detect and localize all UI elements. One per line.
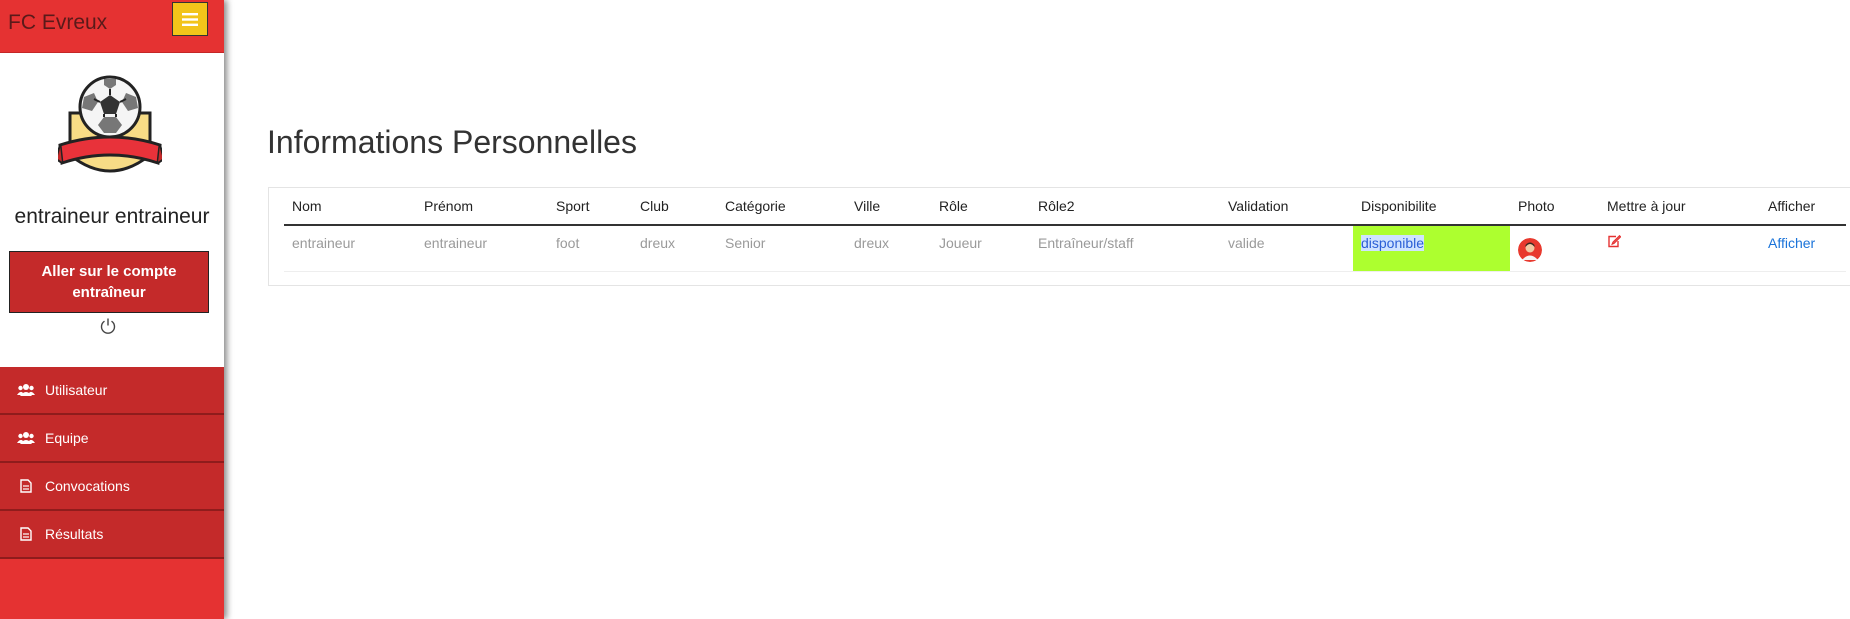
sidebar-nav: Utilisateur Equipe Convocations Résultat… [0, 367, 224, 559]
hamburger-icon [182, 12, 198, 26]
availability-status: disponible [1361, 235, 1425, 251]
cell-sport: foot [548, 225, 632, 272]
column-header-role: Rôle [931, 188, 1030, 226]
sidebar-item-label: Convocations [45, 478, 130, 494]
brand-bar: FC Evreux [0, 0, 224, 53]
column-header-prenom: Prénom [416, 188, 548, 226]
cell-validation: valide [1220, 225, 1353, 272]
power-icon[interactable] [99, 317, 117, 335]
page-title: Informations Personnelles [267, 124, 637, 160]
personal-info-table: Nom Prénom Sport Club Catégorie Ville Rô… [284, 188, 1846, 272]
sidebar: FC Evreux entraineur entraineur Aller su… [0, 0, 224, 619]
column-header-afficher: Afficher [1760, 188, 1846, 226]
personal-info-table-container: Nom Prénom Sport Club Catégorie Ville Rô… [268, 187, 1850, 286]
cell-role: Joueur [931, 225, 1030, 272]
cell-afficher: Afficher [1760, 225, 1846, 272]
cell-categorie: Senior [717, 225, 846, 272]
menu-toggle-button[interactable] [172, 2, 208, 36]
column-header-mettre-a-jour: Mettre à jour [1599, 188, 1760, 226]
user-name: entraineur entraineur [14, 205, 210, 228]
column-header-nom: Nom [284, 188, 416, 226]
cell-nom: entraineur [284, 225, 416, 272]
document-icon [17, 478, 35, 494]
brand-title[interactable]: FC Evreux [8, 11, 107, 35]
cell-ville: dreux [846, 225, 931, 272]
sidebar-item-utilisateur[interactable]: Utilisateur [0, 367, 224, 415]
edit-icon[interactable] [1607, 234, 1622, 248]
profile-panel: entraineur entraineur Aller sur le compt… [0, 53, 224, 367]
table-header-row: Nom Prénom Sport Club Catégorie Ville Rô… [284, 188, 1846, 226]
sidebar-item-label: Utilisateur [45, 382, 108, 398]
column-header-role2: Rôle2 [1030, 188, 1220, 226]
sidebar-item-equipe[interactable]: Equipe [0, 415, 224, 463]
sidebar-item-label: Résultats [45, 526, 104, 542]
sidebar-item-label: Equipe [45, 430, 89, 446]
sidebar-item-resultats[interactable]: Résultats [0, 511, 224, 559]
column-header-photo: Photo [1510, 188, 1599, 226]
sidebar-item-convocations[interactable]: Convocations [0, 463, 224, 511]
cell-club: dreux [632, 225, 717, 272]
club-logo-icon [58, 75, 162, 173]
column-header-ville: Ville [846, 188, 931, 226]
users-icon [17, 382, 35, 398]
column-header-validation: Validation [1220, 188, 1353, 226]
coach-account-button[interactable]: Aller sur le compte entraîneur [9, 251, 209, 313]
users-icon [17, 430, 35, 446]
column-header-club: Club [632, 188, 717, 226]
cell-disponibilite: disponible [1353, 225, 1510, 272]
column-header-sport: Sport [548, 188, 632, 226]
avatar-icon[interactable] [1518, 238, 1542, 262]
column-header-disponibilite: Disponibilite [1353, 188, 1510, 226]
table-row: entraineur entraineur foot dreux Senior … [284, 225, 1846, 272]
document-icon [17, 526, 35, 542]
cell-prenom: entraineur [416, 225, 548, 272]
afficher-link[interactable]: Afficher [1768, 235, 1815, 251]
column-header-categorie: Catégorie [717, 188, 846, 226]
cell-photo [1510, 225, 1599, 272]
cell-mettre-a-jour [1599, 225, 1760, 272]
cell-role2: Entraîneur/staff [1030, 225, 1220, 272]
